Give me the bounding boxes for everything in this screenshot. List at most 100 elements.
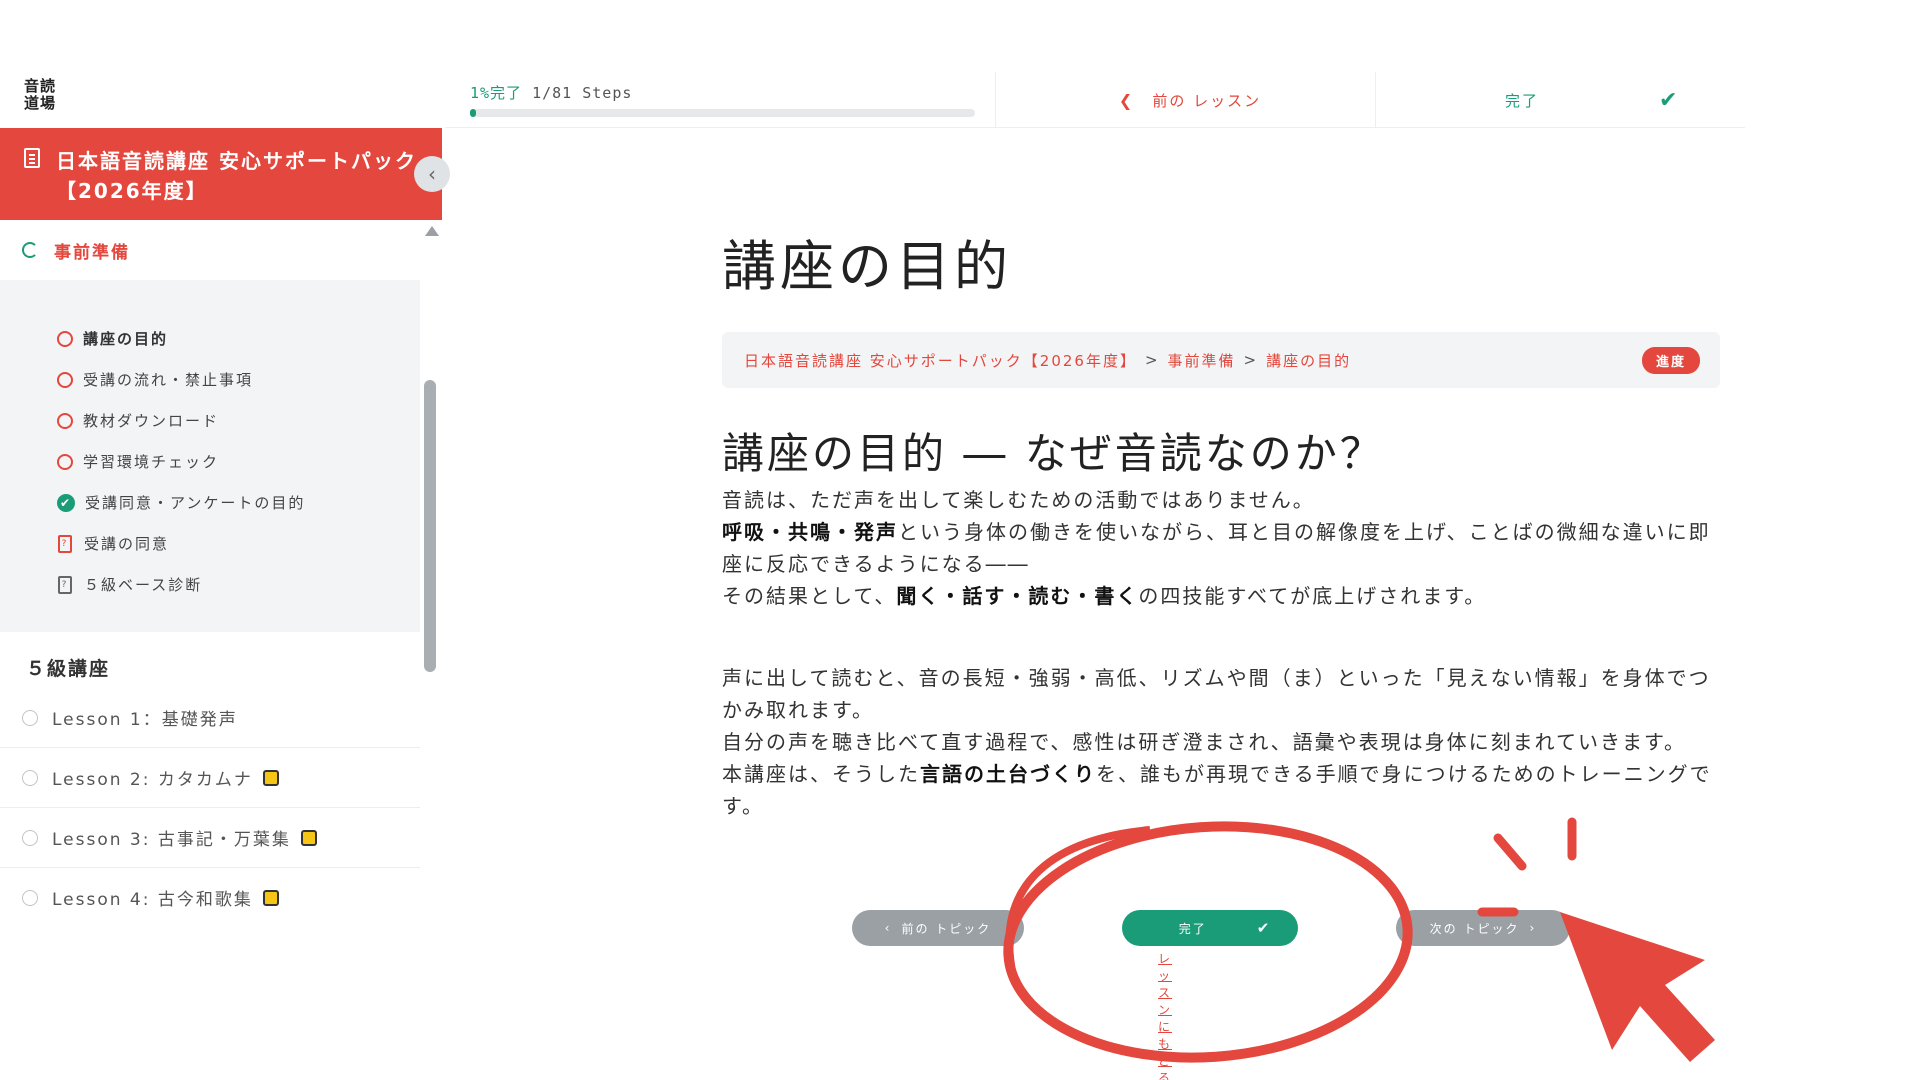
logo-line1: 音読 [24, 77, 57, 95]
mark-complete-label: 完了 [1505, 91, 1540, 110]
section-title: 事前準備 [54, 242, 130, 263]
topic-item[interactable]: 学習環境チェック [0, 441, 420, 482]
lesson-label: Lesson 3: 古事記・万葉集 [52, 830, 291, 850]
divider [1375, 72, 1376, 128]
chevron-left-icon: ‹ [884, 921, 892, 935]
sidebar-scrollbar[interactable] [420, 220, 442, 908]
incomplete-circle-icon [57, 330, 73, 347]
bold-phrase: 呼吸・共鳴・発声 [722, 520, 898, 544]
topic-list: 講座の目的 受講の流れ・禁止事項 教材ダウンロード 学習環境チェック ✔ 受講同… [0, 280, 420, 632]
complete-topic-button[interactable]: 完了 ✔ [1122, 910, 1298, 946]
breadcrumb-separator: > [1144, 351, 1160, 369]
topic-label: 学習環境チェック [83, 453, 220, 471]
completed-check-icon: ✔ [57, 493, 75, 512]
next-topic-label: 次の トピック [1429, 921, 1520, 936]
progress-steps: 1/81 Steps [532, 84, 633, 102]
paragraph: 声に出して読むと、音の長短・強弱・高低、リズムや間（ま）といった「見えない情報」… [722, 666, 1711, 722]
paragraph: 自分の声を聴き比べて直す過程で、感性は研ぎ澄まされ、語彙や表現は身体に刻まれてい… [722, 730, 1686, 754]
paragraph: その結果として、聞く・話す・読む・書くの四技能すべてが底上げされます。 [722, 580, 1722, 612]
check-icon: ✔ [1256, 919, 1272, 937]
bold-phrase: 聞く・話す・読む・書く [896, 584, 1139, 608]
lock-icon [262, 769, 279, 786]
topic-item[interactable]: 講座の目的 [0, 318, 420, 359]
back-to-lesson-link[interactable]: レッスン にもどる [1158, 950, 1172, 1080]
lesson-status-icon [22, 769, 38, 786]
topic-label: 教材ダウンロード [83, 412, 220, 430]
highlight-circle-stroke [1005, 826, 1151, 981]
course-title-header[interactable]: 日本語音読講座 安心サポートパック【2026年度】 [0, 128, 442, 220]
topic-item[interactable]: 受講の流れ・禁止事項 [0, 359, 420, 400]
prev-lesson-label: 前の レッスン [1152, 91, 1262, 110]
document-icon [24, 148, 40, 168]
site-logo[interactable]: 音読 道場 [24, 78, 64, 112]
check-icon: ✔ [1659, 87, 1678, 113]
prev-topic-button[interactable]: ‹ 前の トピック [852, 910, 1024, 946]
breadcrumb-separator: > [1243, 351, 1259, 369]
prev-lesson-button[interactable]: ❮ 前の レッスン [1020, 72, 1360, 128]
text-span: その結果として、 [722, 584, 897, 608]
lesson-label: Lesson 4: 古今和歌集 [52, 890, 253, 908]
progress-badge: 進度 [1641, 347, 1700, 374]
progress-fill [470, 109, 477, 117]
page-title: 講座の目的 [722, 235, 1012, 298]
topic-item[interactable]: ✔ 受講同意・アンケートの目的 [0, 482, 420, 523]
lock-icon [300, 829, 317, 846]
pointer-arrow-icon [1560, 912, 1715, 1062]
text-span: 本講座は、そうした [722, 762, 920, 786]
breadcrumb-topic[interactable]: 講座の目的 [1266, 350, 1351, 371]
lesson-status-icon [22, 829, 38, 846]
collapse-sidebar-button[interactable]: ‹ [414, 156, 450, 192]
section-header-prep[interactable]: 事前準備 [0, 220, 420, 280]
lesson-label: Lesson 2: カタカムナ [52, 770, 253, 790]
incomplete-circle-icon [57, 453, 73, 470]
progress-bar [470, 109, 975, 117]
chevron-right-icon: › [1529, 921, 1537, 935]
lesson-item[interactable]: Lesson 1：基礎発声 [0, 688, 420, 748]
top-bar: 1%完了 1/81 Steps ❮ 前の レッスン 完了 ✔ [445, 72, 1745, 128]
scrollbar-thumb[interactable] [424, 380, 436, 672]
breadcrumb-course[interactable]: 日本語音読講座 安心サポートパック【2026年度】 [744, 350, 1137, 371]
quiz-item[interactable]: ? ５級ベース診断 [0, 564, 420, 605]
prev-topic-label: 前の トピック [901, 921, 992, 936]
chevron-left-icon: ❮ [1118, 90, 1135, 110]
topic-item[interactable]: 教材ダウンロード [0, 400, 420, 441]
quiz-item[interactable]: ? 受講の同意 [0, 523, 420, 564]
divider [995, 72, 996, 128]
in-progress-icon [22, 242, 38, 258]
topic-label: 受講の同意 [84, 535, 170, 553]
incomplete-circle-icon [57, 412, 73, 429]
course-sidebar: 日本語音読講座 安心サポートパック【2026年度】 事前準備 講座の目的 受講の… [0, 128, 442, 908]
lesson-status-icon [22, 889, 38, 906]
lesson-item[interactable]: Lesson 4: 古今和歌集 [0, 868, 420, 908]
topic-label: 受講同意・アンケートの目的 [85, 494, 306, 512]
course-progress: 1%完了 1/81 Steps [470, 82, 980, 117]
lesson-status-icon [22, 709, 38, 726]
lesson-label: Lesson 1：基礎発声 [52, 710, 238, 730]
progress-percent: 1%完了 [470, 84, 523, 102]
paragraph: 本講座は、そうした言語の土台づくりを、誰もが再現できる手順で身につけるためのトレ… [722, 758, 1722, 822]
topic-label: 受講の流れ・禁止事項 [83, 371, 254, 389]
paragraph: 呼吸・共鳴・発声という身体の働きを使いながら、耳と目の解像度を上げ、ことばの微細… [722, 516, 1722, 580]
next-topic-button[interactable]: 次の トピック › [1396, 910, 1570, 946]
mark-complete-button[interactable]: 完了 ✔ [1385, 72, 1725, 128]
scroll-up-arrow-icon[interactable] [425, 226, 439, 236]
lesson-item[interactable]: Lesson 3: 古事記・万葉集 [0, 808, 420, 868]
incomplete-circle-icon [57, 371, 73, 388]
text-span: の四技能すべてが底上げされます。 [1138, 584, 1487, 608]
article-heading: 講座の目的 ― なぜ音読なのか？ [722, 429, 1385, 478]
breadcrumb: 日本語音読講座 安心サポートパック【2026年度】 > 事前準備 > 講座の目的… [722, 332, 1720, 388]
section-title-level5: ５級講座 [26, 658, 111, 680]
lock-icon [262, 889, 279, 906]
chevron-left-icon: ‹ [428, 162, 436, 186]
topic-label: 講座の目的 [83, 330, 169, 348]
breadcrumb-section[interactable]: 事前準備 [1168, 350, 1236, 371]
course-title: 日本語音読講座 安心サポートパック【2026年度】 [56, 149, 417, 203]
complete-label: 完了 [1178, 921, 1207, 936]
emphasis-mark [1493, 833, 1527, 871]
article-body: 音読は、ただ声を出して楽しむための活動ではありません。 呼吸・共鳴・発声という身… [722, 484, 1722, 822]
quiz-icon: ? [58, 534, 72, 553]
bold-phrase: 言語の土台づくり [920, 762, 1096, 786]
lesson-item[interactable]: Lesson 2: カタカムナ [0, 748, 420, 808]
paragraph: 音読は、ただ声を出して楽しむための活動ではありません。 [722, 488, 1315, 512]
